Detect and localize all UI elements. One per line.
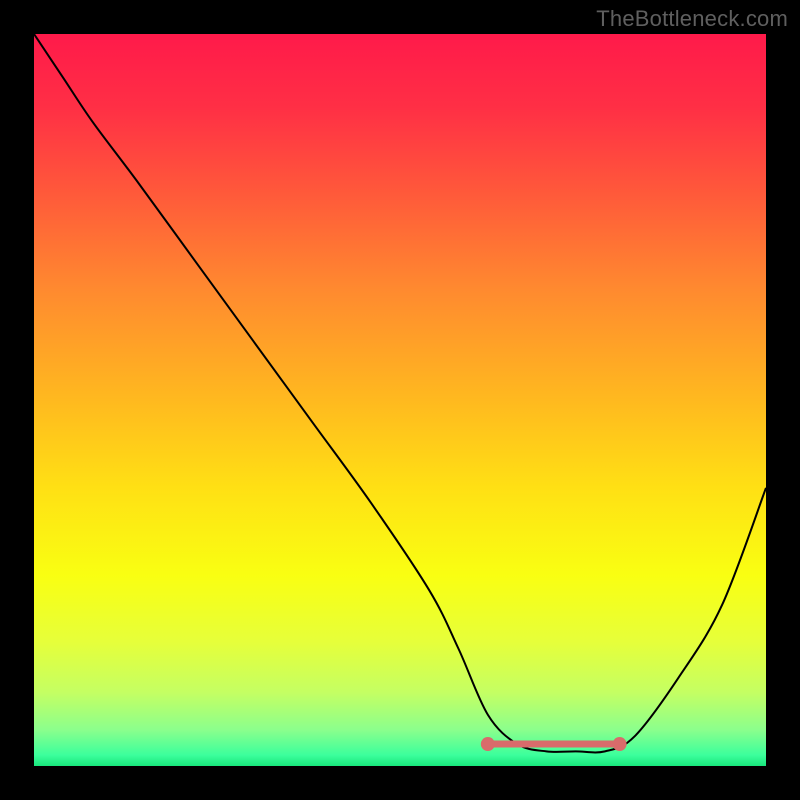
flat-region-endpoint-left — [481, 737, 495, 751]
bottleneck-curve — [34, 34, 766, 752]
plot-area — [34, 34, 766, 766]
watermark-text: TheBottleneck.com — [596, 6, 788, 32]
curve-layer — [34, 34, 766, 766]
flat-region-endpoint-right — [613, 737, 627, 751]
chart-frame — [0, 0, 800, 800]
